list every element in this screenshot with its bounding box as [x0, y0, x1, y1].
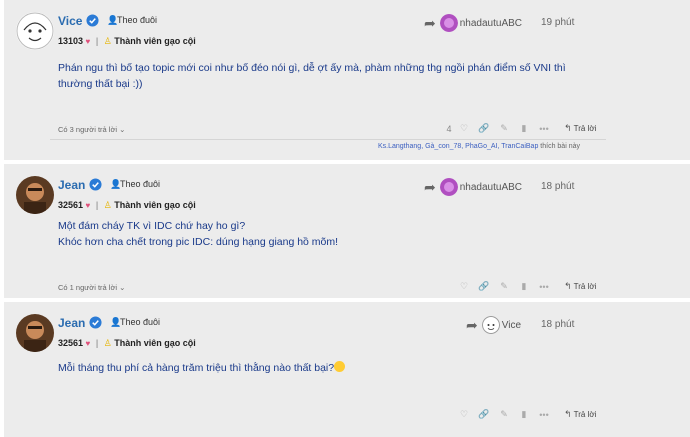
post-time[interactable]: 19 phút	[541, 17, 574, 28]
reply-to-link[interactable]: ➦ nhadautuABC	[424, 176, 522, 198]
reply-icon: ↰	[564, 409, 572, 419]
user-add-icon: 👤	[107, 15, 119, 25]
divider	[50, 139, 606, 140]
likers-list[interactable]: Ks.Langthang, Gà_con_78, PhaGo_AI, TranC…	[378, 143, 580, 150]
post: Vice 👤Theo đuôi 13103 ♥ | ♙ Thành viên g…	[4, 0, 690, 160]
reply-icon: ↰	[564, 123, 572, 133]
more-icon[interactable]: •••	[534, 282, 554, 292]
reply-button[interactable]: ↰ Trả lời	[564, 123, 596, 134]
bookmark-icon[interactable]: ▮	[514, 409, 534, 420]
score: 13103	[58, 36, 84, 46]
rank-label: Thành viên gạo cội	[114, 338, 196, 348]
verified-icon	[89, 316, 102, 329]
reply-arrow-icon: ➦	[424, 178, 436, 195]
link-icon[interactable]: 🔗	[474, 281, 494, 292]
like-count: 4	[446, 123, 452, 134]
reply-button[interactable]: ↰ Trả lời	[564, 281, 596, 292]
reply-to-link[interactable]: ➦ Vice	[466, 314, 521, 336]
badge-icon: ♙	[103, 36, 112, 46]
user-stats: 32561 ♥ | ♙ Thành viên gạo cội	[58, 200, 196, 210]
more-icon[interactable]: •••	[534, 410, 554, 420]
bookmark-icon[interactable]: ▮	[514, 123, 534, 134]
post-content: Phán ngu thì bố tạo topic mới coi như bố…	[58, 60, 566, 92]
follow-button[interactable]: 👤Theo đuôi	[110, 179, 160, 190]
bookmark-icon[interactable]: ▮	[514, 281, 534, 292]
more-icon[interactable]: •••	[534, 124, 554, 134]
reply-to-name: nhadautuABC	[459, 181, 523, 193]
user-avatar[interactable]	[16, 12, 54, 50]
rank-label: Thành viên gạo cội	[114, 36, 196, 46]
author-name[interactable]: Jean	[58, 178, 85, 192]
score: 32561	[58, 200, 84, 210]
user-stats: 32561 ♥ | ♙ Thành viên gạo cội	[58, 338, 196, 348]
post-time[interactable]: 18 phút	[541, 181, 574, 192]
author-name[interactable]: Vice	[58, 14, 82, 28]
heart-icon: ♥	[85, 201, 91, 210]
post-content: Mỗi tháng thu phí cả hàng trăm triệu thì…	[58, 360, 346, 376]
rank-label: Thành viên gạo cội	[114, 200, 196, 210]
link-icon[interactable]: 🔗	[474, 409, 494, 420]
post-content: Một đám cháy TK vì IDC chứ hay ho gì? Kh…	[58, 218, 338, 250]
reply-icon: ↰	[564, 281, 572, 291]
user-add-icon: 👤	[110, 179, 122, 189]
post-actions: 4 ♡ 🔗 ✎ ▮ ••• ↰ Trả lời	[444, 123, 596, 134]
link-icon[interactable]: 🔗	[474, 123, 494, 134]
like-heart-icon[interactable]: ♡	[454, 281, 474, 292]
edit-icon[interactable]: ✎	[494, 281, 514, 292]
reply-arrow-icon: ➦	[424, 14, 436, 31]
user-avatar[interactable]	[16, 176, 54, 214]
verified-icon	[86, 14, 99, 27]
content-line: Mỗi tháng thu phí cả hàng trăm triệu thì…	[58, 362, 335, 374]
like-heart-icon[interactable]: ♡	[454, 123, 474, 134]
reply-to-name: nhadautuABC	[459, 17, 523, 29]
reply-to-link[interactable]: ➦ nhadautuABC	[424, 12, 522, 34]
verified-icon	[89, 178, 102, 191]
post-actions: ♡ 🔗 ✎ ▮ ••• ↰ Trả lời	[454, 409, 596, 420]
heart-icon: ♥	[85, 339, 91, 348]
follow-button[interactable]: 👤Theo đuôi	[107, 15, 157, 26]
content-line: Khóc hơn cha chết trong pic IDC: dúng hạ…	[58, 236, 339, 248]
content-line: Một đám cháy TK vì IDC chứ hay ho gì?	[58, 220, 246, 232]
author-name[interactable]: Jean	[58, 316, 85, 330]
post: Jean 👤Theo đuôi 32561 ♥ | ♙ Thành viên g…	[4, 164, 690, 298]
content-line: thường thất bại :))	[58, 78, 143, 90]
replies-toggle[interactable]: Có 3 người trả lời ⌄	[58, 125, 125, 134]
post: Jean 👤Theo đuôi 32561 ♥ | ♙ Thành viên g…	[4, 302, 690, 437]
reply-button[interactable]: ↰ Trả lời	[564, 409, 596, 420]
score: 32561	[58, 338, 84, 348]
reply-to-avatar	[439, 178, 458, 196]
follow-button[interactable]: 👤Theo đuôi	[110, 317, 160, 328]
reply-to-name: Vice	[501, 319, 522, 331]
replies-toggle[interactable]: Có 1 người trả lời ⌄	[58, 283, 125, 292]
smile-emoji-icon	[334, 361, 346, 372]
user-avatar[interactable]	[16, 314, 54, 352]
edit-icon[interactable]: ✎	[494, 409, 514, 420]
heart-icon: ♥	[85, 37, 91, 46]
post-time[interactable]: 18 phút	[541, 319, 574, 330]
reply-to-avatar	[481, 316, 500, 334]
badge-icon: ♙	[103, 200, 112, 210]
chevron-down-icon: ⌄	[119, 125, 126, 134]
badge-icon: ♙	[103, 338, 112, 348]
reply-to-avatar	[439, 14, 458, 32]
reply-arrow-icon: ➦	[466, 316, 478, 333]
user-add-icon: 👤	[110, 317, 122, 327]
like-heart-icon[interactable]: ♡	[454, 409, 474, 420]
chevron-down-icon: ⌄	[119, 283, 126, 292]
edit-icon[interactable]: ✎	[494, 123, 514, 134]
content-line: Phán ngu thì bố tạo topic mới coi như bố…	[58, 62, 566, 74]
post-actions: ♡ 🔗 ✎ ▮ ••• ↰ Trả lời	[454, 281, 596, 292]
user-stats: 13103 ♥ | ♙ Thành viên gạo cội	[58, 36, 196, 46]
